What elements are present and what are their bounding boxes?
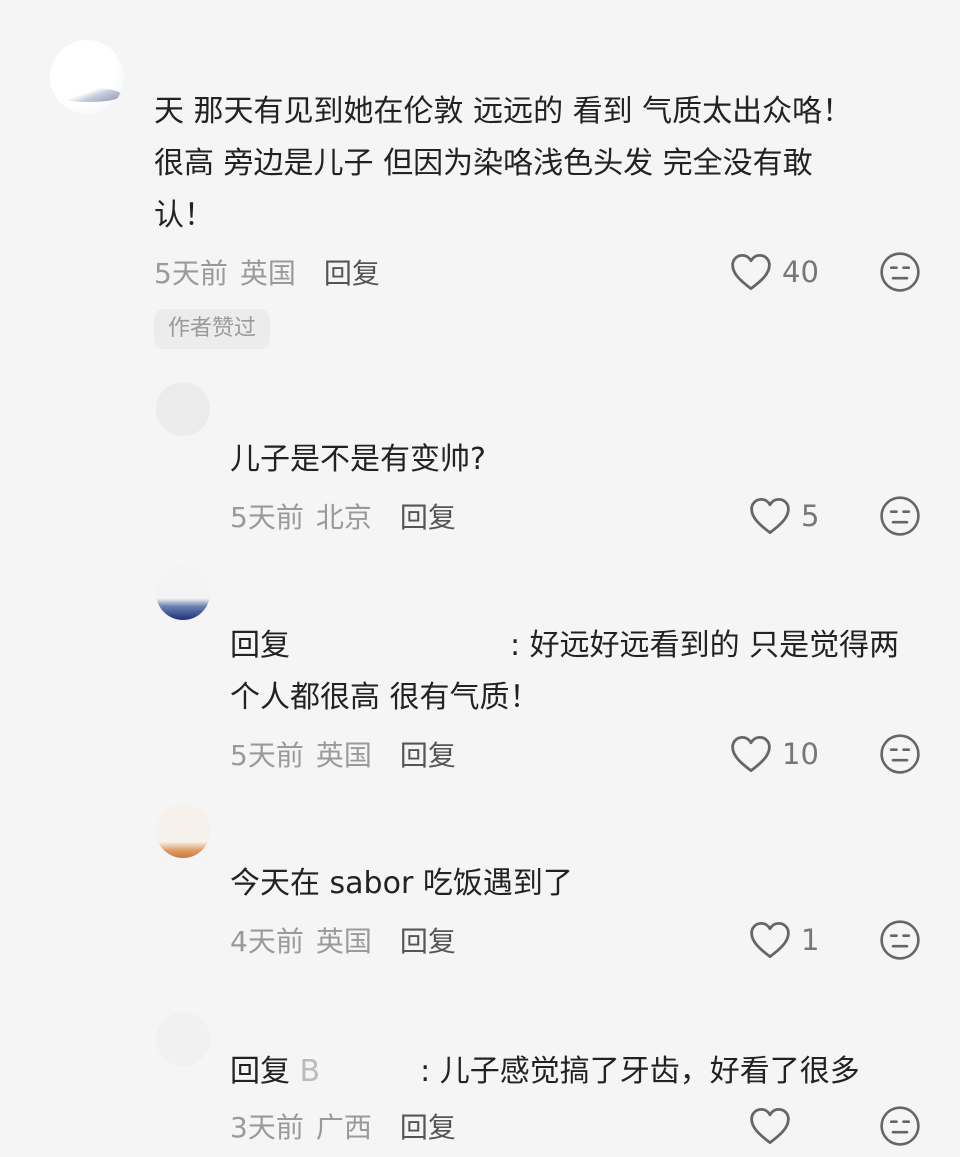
avatar[interactable] [50, 40, 124, 114]
comment-time: 5天前 [230, 739, 304, 772]
comment-location: 广西 [315, 1111, 372, 1144]
neutral-face-icon[interactable] [879, 251, 921, 293]
comment-text-line: 个人都很高 很有气质！ [230, 680, 540, 715]
avatar[interactable] [156, 382, 210, 436]
heart-outline-icon [750, 921, 790, 959]
mentioned-user[interactable]: B [300, 1054, 321, 1089]
comment-text-line: 回复 : 好远好远看到的 只是觉得两 [230, 620, 899, 672]
like-count: 1 [801, 923, 820, 957]
comment-time: 5天前 [154, 257, 228, 290]
like-button[interactable]: 1 [749, 920, 819, 960]
comment-time: 3天前 [230, 1111, 304, 1144]
reply-prefix: 回复 [230, 1054, 290, 1089]
avatar[interactable] [156, 566, 210, 620]
comment-list: 天 那天有见到她在伦敦 远远的 看到 气质太出众咯！ 很高 旁边是儿子 但因为染… [0, 0, 960, 1157]
heart-outline-icon [731, 253, 771, 291]
neutral-face-icon[interactable] [879, 919, 921, 961]
reply-button[interactable]: 回复 [400, 734, 456, 774]
comment-text: 今天在 sabor 吃饭遇到了 [230, 866, 573, 901]
avatar[interactable] [156, 804, 210, 858]
comment-text-line: 天 那天有见到她在伦敦 远远的 看到 气质太出众咯！ [154, 94, 853, 129]
comment-text: : 好远好远看到的 只是觉得两 [510, 628, 900, 663]
comment-meta: 4天前 英国 回复 [230, 920, 456, 960]
comment-text-line: 回复 B : 儿子感觉搞了牙齿，好看了很多 [230, 1046, 860, 1098]
comment-location: 英国 [315, 925, 372, 958]
like-count: 40 [782, 255, 819, 289]
comment-location: 英国 [239, 257, 296, 290]
neutral-face-icon[interactable] [879, 495, 921, 537]
author-liked-badge: 作者赞过 [154, 309, 271, 349]
reply-button[interactable]: 回复 [324, 252, 380, 292]
reply-button[interactable]: 回复 [400, 496, 456, 536]
comment-meta: 5天前 北京 回复 [230, 496, 456, 536]
comment-text-line: 认！ [154, 198, 214, 233]
like-button[interactable] [749, 1106, 801, 1146]
neutral-face-icon[interactable] [879, 1105, 921, 1147]
comment-location: 英国 [315, 739, 372, 772]
like-button[interactable]: 10 [730, 734, 819, 774]
comment-meta: 3天前 广西 回复 [230, 1106, 456, 1146]
like-button[interactable]: 40 [730, 252, 819, 292]
comment-text: : 儿子感觉搞了牙齿，好看了很多 [420, 1054, 860, 1089]
comment-time: 5天前 [230, 501, 304, 534]
comment-time: 4天前 [230, 925, 304, 958]
neutral-face-icon[interactable] [879, 733, 921, 775]
reply-button[interactable]: 回复 [400, 920, 456, 960]
like-count: 5 [801, 499, 820, 533]
reply-prefix: 回复 [230, 628, 290, 663]
reply-button[interactable]: 回复 [400, 1106, 456, 1146]
avatar[interactable] [156, 1012, 210, 1066]
comment-meta: 5天前 英国 回复 [230, 734, 456, 774]
heart-outline-icon [731, 735, 771, 773]
comment-text: 儿子是不是有变帅? [230, 442, 486, 477]
comment-location: 北京 [315, 501, 372, 534]
like-count: 10 [782, 737, 819, 771]
like-button[interactable]: 5 [749, 496, 819, 536]
heart-outline-icon [750, 1107, 790, 1145]
heart-outline-icon [750, 497, 790, 535]
comment-text-line: 很高 旁边是儿子 但因为染咯浅色头发 完全没有敢 [154, 146, 813, 181]
comment-meta: 5天前 英国 回复 [154, 252, 380, 292]
